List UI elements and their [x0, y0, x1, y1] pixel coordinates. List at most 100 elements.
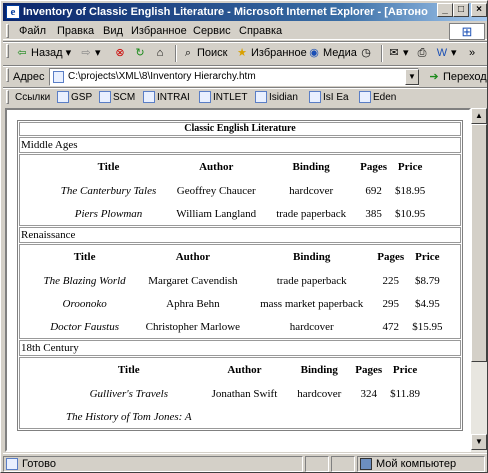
column-author: Author: [199, 161, 234, 173]
forward-button[interactable]: ⇨ ▾: [79, 46, 101, 60]
column-price: Price: [392, 364, 418, 376]
favorites-button[interactable]: ★ Избранное: [235, 46, 307, 60]
title-bar[interactable]: e Inventory of Classic English Literatur…: [3, 3, 487, 21]
column-price: Price: [397, 161, 423, 173]
chevron-down-icon: ▼: [475, 437, 483, 446]
link-page-icon: [255, 91, 267, 104]
dropdown-arrow-icon: ▾: [95, 47, 101, 59]
link-scm[interactable]: SCM: [99, 91, 135, 105]
links-bar: Ссылки GSP SCM INTRAI INTLET Isidian IsI…: [3, 87, 487, 107]
favorites-star-icon: ★: [237, 47, 247, 60]
search-button[interactable]: ⌕ Поиск: [181, 46, 228, 60]
book-price: $4.95: [414, 297, 440, 310]
page-content[interactable]: Classic English Literature Middle Ages T…: [5, 108, 471, 452]
era-books: Title Author Binding Pages Price The Bla…: [19, 244, 461, 339]
menu-bar: Файл Правка Вид Избранное Сервис Справка…: [3, 22, 487, 40]
link-page-icon: [99, 91, 111, 104]
book-table: Title Author Binding Pages Price The Bla…: [34, 245, 447, 338]
column-author: Author: [227, 364, 262, 376]
menu-favorites[interactable]: Избранное: [131, 24, 187, 38]
minimize-icon: _: [442, 4, 448, 15]
menu-edit[interactable]: Правка: [57, 24, 94, 38]
link-islea[interactable]: IsI Ea: [309, 91, 349, 105]
vertical-scrollbar[interactable]: ▲ ▼: [471, 108, 487, 452]
toolbar-overflow-button[interactable]: »: [469, 46, 475, 60]
link-intrai[interactable]: INTRAI: [143, 91, 190, 105]
link-intlet[interactable]: INTLET: [199, 91, 247, 105]
stop-button[interactable]: ⊗: [113, 46, 129, 60]
scroll-down-button[interactable]: ▼: [471, 434, 487, 450]
home-button[interactable]: ⌂: [153, 46, 169, 60]
address-url: C:\projects\XML\8\Inventory Hierarchy.ht…: [68, 71, 256, 82]
zone-text: Мой компьютер: [376, 458, 457, 470]
column-author: Author: [175, 251, 210, 263]
page-done-icon: [6, 458, 18, 470]
table-row: Oroonoko Aphra Behn mass market paperbac…: [34, 292, 447, 315]
column-pages: Pages: [377, 251, 405, 263]
status-text: Готово: [22, 458, 56, 470]
search-icon: ⌕: [184, 47, 192, 60]
book-title: The Canterbury Tales: [60, 184, 157, 197]
column-binding: Binding: [292, 161, 330, 173]
address-grip[interactable]: [6, 68, 9, 82]
book-binding: [287, 405, 351, 428]
scroll-up-button[interactable]: ▲: [471, 108, 487, 124]
address-dropdown-button[interactable]: ▼: [405, 69, 419, 85]
edit-icon: W: [436, 47, 448, 60]
mail-button[interactable]: ✉ ▾: [387, 46, 408, 60]
menu-file[interactable]: Файл: [19, 24, 46, 38]
forward-arrow-icon: ⇨: [81, 47, 91, 60]
link-page-icon: [199, 91, 211, 104]
link-isidian[interactable]: Isidian: [255, 91, 298, 105]
book-title: Piers Plowman: [74, 207, 143, 220]
mail-icon: ✉: [389, 47, 399, 60]
table-header-row: Title Author Binding Pages Price: [56, 358, 424, 382]
table-row: Piers Plowman William Langland trade pap…: [51, 202, 430, 225]
print-button[interactable]: ⎙: [415, 46, 431, 60]
era-books: Title Author Binding Pages Price The Can…: [19, 154, 461, 226]
menu-tools[interactable]: Сервис: [193, 24, 231, 38]
edit-button[interactable]: W ▾: [435, 46, 457, 60]
document-table: Classic English Literature Middle Ages T…: [17, 120, 463, 431]
era-books: Title Author Binding Pages Price Gullive…: [19, 357, 461, 429]
menu-view[interactable]: Вид: [103, 24, 123, 38]
toolbar-grip[interactable]: [6, 44, 9, 58]
windows-flag-icon: ⊞: [449, 23, 485, 40]
menu-help[interactable]: Справка: [239, 24, 282, 38]
book-price: $18.95: [395, 184, 426, 197]
era-heading: Middle Ages: [19, 137, 461, 153]
book-author: Christopher Marlowe: [145, 320, 241, 333]
book-pages: 385: [365, 207, 382, 220]
book-title: Doctor Faustus: [50, 320, 119, 333]
page-icon: [53, 71, 64, 83]
book-title: Oroonoko: [62, 297, 107, 310]
back-button[interactable]: ⇦ Назад ▾: [15, 46, 71, 60]
menu-grip[interactable]: [6, 24, 9, 38]
links-grip[interactable]: [6, 90, 9, 104]
column-binding: Binding: [300, 364, 338, 376]
history-button[interactable]: ◷: [359, 46, 375, 60]
refresh-button[interactable]: ↻: [133, 46, 149, 60]
scroll-thumb[interactable]: [471, 124, 487, 362]
links-label: Ссылки: [15, 92, 51, 103]
column-title: Title: [117, 364, 140, 376]
go-button[interactable]: ➔ Переход: [427, 70, 486, 84]
maximize-button[interactable]: □: [453, 3, 469, 17]
book-author: Geoffrey Chaucer: [176, 184, 256, 197]
book-author: Aphra Behn: [166, 297, 220, 310]
address-input[interactable]: C:\projects\XML\8\Inventory Hierarchy.ht…: [49, 68, 419, 86]
go-arrow-icon: ➔: [429, 71, 439, 84]
table-row: The History of Tom Jones: A: [56, 405, 424, 428]
table-row: The Blazing World Margaret Cavendish tra…: [34, 269, 447, 292]
close-button[interactable]: ×: [471, 3, 487, 17]
toolbar-separator: [175, 45, 177, 62]
column-pages: Pages: [355, 364, 383, 376]
column-price: Price: [415, 251, 440, 263]
link-eden[interactable]: Eden: [359, 91, 396, 105]
book-price: [386, 405, 424, 428]
status-panel: [305, 456, 329, 472]
minimize-button[interactable]: _: [437, 3, 453, 17]
chevron-down-icon: ▼: [408, 72, 416, 81]
media-button[interactable]: ◉ Медиа: [307, 46, 357, 60]
link-gsp[interactable]: GSP: [57, 91, 92, 105]
